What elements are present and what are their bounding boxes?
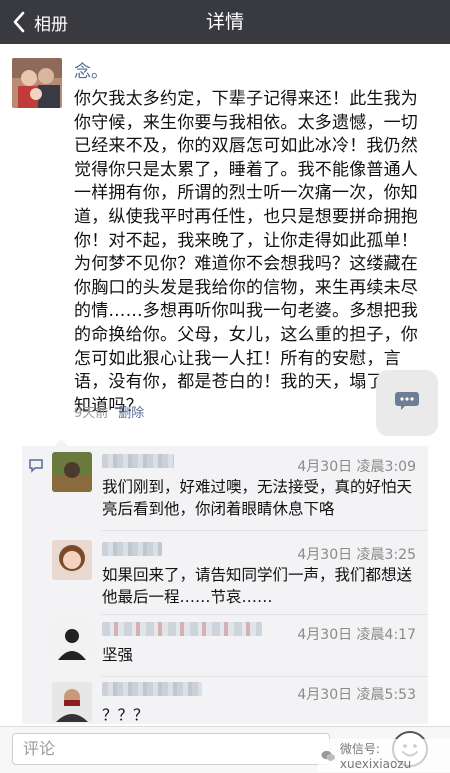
divider xyxy=(102,676,428,677)
delete-link[interactable]: 删除 xyxy=(118,402,144,421)
commenter-avatar[interactable] xyxy=(52,540,92,580)
comment-time: 4月30日 凌晨3:09 xyxy=(297,459,416,475)
post-time: 9天前 xyxy=(74,406,109,421)
commenter-name-blurred[interactable] xyxy=(102,454,174,468)
comment-text: 我们刚到，好难过噢，无法接受，真的好怕天亮后看到他，你闭着眼睛休息下咯 xyxy=(102,478,413,518)
watermark-text: 微信号: xuexixiaozu xyxy=(339,742,412,771)
commenter-name-blurred[interactable] xyxy=(102,622,262,636)
comment-icon xyxy=(28,458,44,473)
comments-arrow xyxy=(54,439,68,446)
commenter-name-blurred[interactable] xyxy=(102,682,202,696)
divider xyxy=(102,614,428,615)
comment-text: ？？？ xyxy=(102,706,149,724)
commenter-avatar[interactable] xyxy=(52,452,92,492)
page-title: 详情 xyxy=(205,11,244,33)
author-avatar[interactable] xyxy=(12,58,62,108)
comments-section: 4月30日 凌晨3:09 我们刚到，好难过噢，无法接受，真的好怕天亮后看到他，你… xyxy=(22,439,428,724)
comment-ellipsis-icon xyxy=(395,392,419,414)
comment-action-button[interactable] xyxy=(376,370,438,436)
divider xyxy=(102,530,428,531)
commenter-avatar[interactable] xyxy=(52,682,92,722)
wechat-logo-icon xyxy=(321,750,335,761)
navigation-bar: 相册 详情 xyxy=(0,0,450,44)
comment-time: 4月30日 凌晨3:25 xyxy=(297,547,416,563)
post-meta: 9天前 删除 xyxy=(74,402,144,421)
comment-text: 坚强 xyxy=(102,646,134,664)
watermark: 微信号: xuexixiaozu xyxy=(318,739,450,772)
author-name[interactable]: 念。 xyxy=(74,57,108,82)
commenter-avatar[interactable] xyxy=(52,620,92,660)
comment-text: 如果回来了，请告知同学们一声，我们都想送他最后一程……节哀…… xyxy=(102,566,413,606)
comment-input[interactable]: 评论 xyxy=(12,733,330,765)
post-text: 你欠我太多约定，下辈子记得来还！此生我为你守候，来生你要与我相依。太多遗憾，一切… xyxy=(74,89,418,416)
commenter-name-blurred[interactable] xyxy=(102,542,162,556)
comment-time: 4月30日 凌晨4:17 xyxy=(297,627,416,643)
comment-time: 4月30日 凌晨5:53 xyxy=(297,687,416,703)
